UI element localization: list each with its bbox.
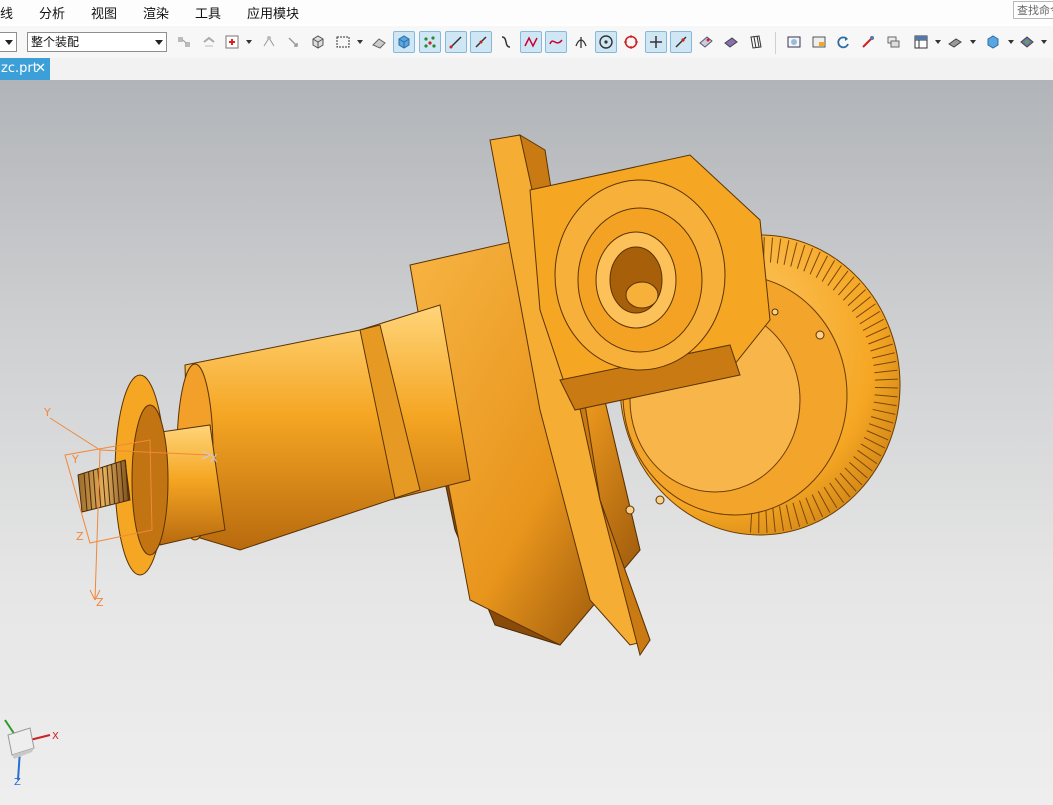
- triad-x-label: X: [52, 731, 59, 742]
- csys-y-label: Y: [43, 406, 51, 419]
- csys-x-label: X: [210, 452, 218, 465]
- line-segment-icon[interactable]: [470, 31, 492, 53]
- face-icon[interactable]: [695, 31, 717, 53]
- chevron-down-icon: [5, 40, 13, 45]
- menu-view[interactable]: 视图: [91, 3, 117, 22]
- curve-icon[interactable]: [520, 31, 542, 53]
- dropdown-arrow-icon[interactable]: [1041, 40, 1047, 44]
- layout-icon[interactable]: [910, 31, 932, 53]
- point-on-curve-icon[interactable]: [670, 31, 692, 53]
- intersection-icon[interactable]: [570, 31, 592, 53]
- dropdown-arrow-icon[interactable]: [1008, 40, 1014, 44]
- section-view-icon[interactable]: [944, 31, 966, 53]
- tab-zc-prt[interactable]: zc.prt ✕: [0, 58, 50, 80]
- move-icon[interactable]: [282, 31, 304, 53]
- snap-point-icon[interactable]: [221, 31, 243, 53]
- pan-icon[interactable]: [857, 31, 879, 53]
- select-components-icon[interactable]: [173, 31, 195, 53]
- dropdown-arrow-icon[interactable]: [970, 40, 976, 44]
- dropdown-arrow-icon[interactable]: [935, 40, 941, 44]
- select-wave-icon[interactable]: [198, 31, 220, 53]
- crosshair-icon[interactable]: [645, 31, 667, 53]
- toolbar: 整个装配: [0, 26, 1053, 59]
- chevron-down-icon: [155, 40, 163, 45]
- eraser-icon[interactable]: [368, 31, 390, 53]
- csys-z-label: Z: [96, 596, 104, 609]
- points-icon[interactable]: [419, 31, 441, 53]
- transform-icon[interactable]: [258, 31, 280, 53]
- grid-icon[interactable]: [745, 31, 767, 53]
- rotate-icon[interactable]: [832, 31, 854, 53]
- assembly-scope-dropdown[interactable]: 整个装配: [27, 32, 167, 52]
- line-icon[interactable]: [445, 31, 467, 53]
- gearbox-model[interactable]: [77, 133, 901, 657]
- shaded-view-icon[interactable]: [393, 31, 415, 53]
- menu-curve[interactable]: 线: [0, 3, 13, 22]
- layers-icon[interactable]: [882, 31, 904, 53]
- triad-z-label: Z: [14, 777, 21, 788]
- menu-analysis[interactable]: 分析: [39, 3, 65, 22]
- tab-label: zc.prt: [1, 61, 38, 76]
- spline-icon[interactable]: [495, 31, 517, 53]
- quadrant-point-icon[interactable]: [620, 31, 642, 53]
- dropdown-arrow-icon[interactable]: [246, 40, 252, 44]
- menu-render[interactable]: 渲染: [143, 3, 169, 22]
- model-canvas[interactable]: X Y Y Z Z X Z: [0, 80, 1053, 805]
- wave-curve-icon[interactable]: [545, 31, 567, 53]
- select-cube-icon[interactable]: [307, 31, 329, 53]
- orient-view-icon[interactable]: [1016, 31, 1038, 53]
- csys-y2-label: Y: [71, 453, 79, 466]
- graphics-viewport[interactable]: X Y Y Z Z X Z: [0, 80, 1053, 805]
- surface-icon[interactable]: [720, 31, 742, 53]
- selection-filter-dropdown[interactable]: [0, 32, 17, 52]
- assembly-scope-value: 整个装配: [31, 35, 80, 49]
- command-search-input[interactable]: 查找命令: [1013, 1, 1053, 19]
- zoom-window-icon[interactable]: [808, 31, 830, 53]
- dropdown-arrow-icon[interactable]: [357, 40, 363, 44]
- menu-tools[interactable]: 工具: [195, 3, 221, 22]
- menu-bar: 线 分析 视图 渲染 工具 应用模块 查找命令: [0, 0, 1053, 24]
- render-style-icon[interactable]: [982, 31, 1004, 53]
- close-icon[interactable]: ✕: [35, 58, 46, 80]
- view-triad[interactable]: [4, 719, 51, 781]
- box-select-icon[interactable]: [332, 31, 354, 53]
- view-fit-icon[interactable]: [783, 31, 805, 53]
- menu-application[interactable]: 应用模块: [247, 3, 299, 22]
- circle-center-icon[interactable]: [595, 31, 617, 53]
- toolbar-separator: [775, 32, 776, 54]
- document-tab-bar: zc.prt ✕: [0, 58, 1053, 81]
- csys-z2-label: Z: [76, 530, 84, 543]
